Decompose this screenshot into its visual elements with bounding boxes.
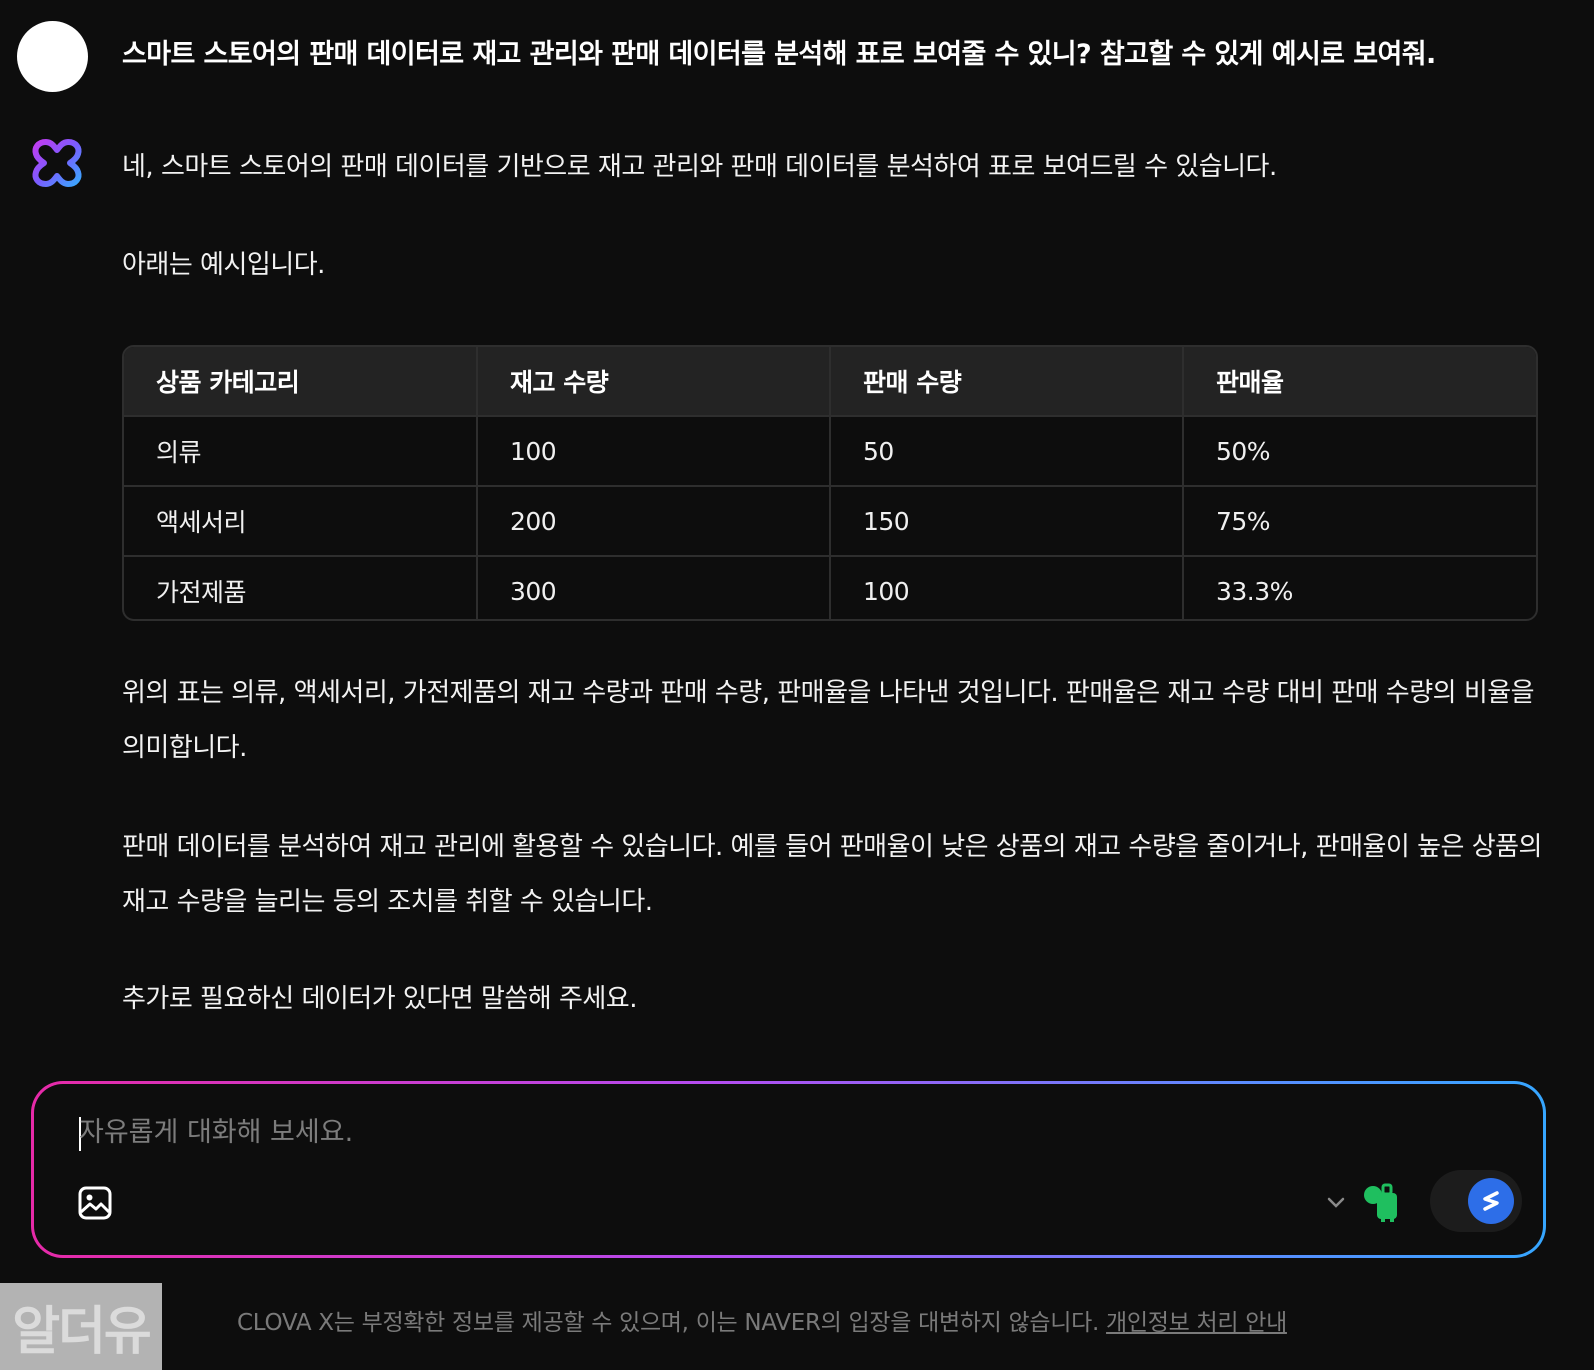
table-cell: 50%: [1183, 416, 1536, 487]
table-cell: 75%: [1183, 486, 1536, 557]
user-message: 스마트 스토어의 판매 데이터로 재고 관리와 판매 데이터를 분석해 표로 보…: [122, 39, 1436, 70]
table-cell: 150: [830, 486, 1184, 557]
user-avatar: [17, 21, 88, 92]
clova-x-logo-icon: [32, 139, 82, 187]
inventory-table: 상품 카테고리 재고 수량 판매 수량 판매율 의류 100 50 50% 액세…: [122, 345, 1538, 621]
chat-input[interactable]: [79, 1110, 1279, 1154]
table-cell: 50: [830, 416, 1184, 487]
chat-input-box: [31, 1081, 1546, 1258]
response-usage: 판매 데이터를 분석하여 재고 관리에 활용할 수 있습니다. 예를 들어 판매…: [122, 832, 1542, 917]
response-intro: 네, 스마트 스토어의 판매 데이터를 기반으로 재고 관리와 판매 데이터를 …: [122, 152, 1277, 182]
table-cell: 100: [477, 416, 831, 487]
table-header-row: 상품 카테고리 재고 수량 판매 수량 판매율: [124, 347, 1536, 417]
footer-disclaimer: CLOVA X는 부정확한 정보를 제공할 수 있으며, 이는 NAVER의 입…: [237, 1303, 1287, 1337]
table-row: 가전제품 300 100 33.3%: [124, 556, 1536, 619]
table-cell: 액세서리: [124, 486, 478, 557]
skill-plugin-icon[interactable]: [1360, 1181, 1402, 1223]
table-cell: 의류: [124, 416, 478, 487]
table-header: 판매율: [1183, 347, 1536, 417]
table-cell: 33.3%: [1216, 576, 1293, 606]
image-icon[interactable]: [77, 1185, 113, 1221]
response-description: 위의 표는 의류, 액세서리, 가전제품의 재고 수량과 판매 수량, 판매율을…: [122, 678, 1535, 763]
response-example-label: 아래는 예시입니다.: [122, 250, 325, 280]
chevron-down-icon[interactable]: [1324, 1190, 1348, 1214]
table-header: 판매 수량: [830, 347, 1184, 417]
table-cell: 100: [830, 556, 1184, 619]
disclaimer-text: CLOVA X는 부정확한 정보를 제공할 수 있으며, 이는 NAVER의 입…: [237, 1310, 1100, 1336]
table-row: 액세서리 200 150 75%: [124, 486, 1536, 557]
privacy-link[interactable]: 개인정보 처리 안내: [1106, 1310, 1287, 1336]
table-header: 재고 수량: [477, 347, 831, 417]
table-cell: 300: [477, 556, 831, 619]
watermark-logo: 알더유: [0, 1283, 162, 1370]
send-button[interactable]: [1430, 1170, 1522, 1232]
response-extra: 추가로 필요하신 데이터가 있다면 말씀해 주세요.: [122, 984, 638, 1014]
table-cell: 가전제품: [124, 556, 478, 619]
table-cell: 200: [477, 486, 831, 557]
send-icon: [1483, 1191, 1499, 1211]
table-row: 의류 100 50 50%: [124, 416, 1536, 487]
send-knob: [1468, 1178, 1514, 1224]
table-header: 상품 카테고리: [124, 347, 478, 417]
